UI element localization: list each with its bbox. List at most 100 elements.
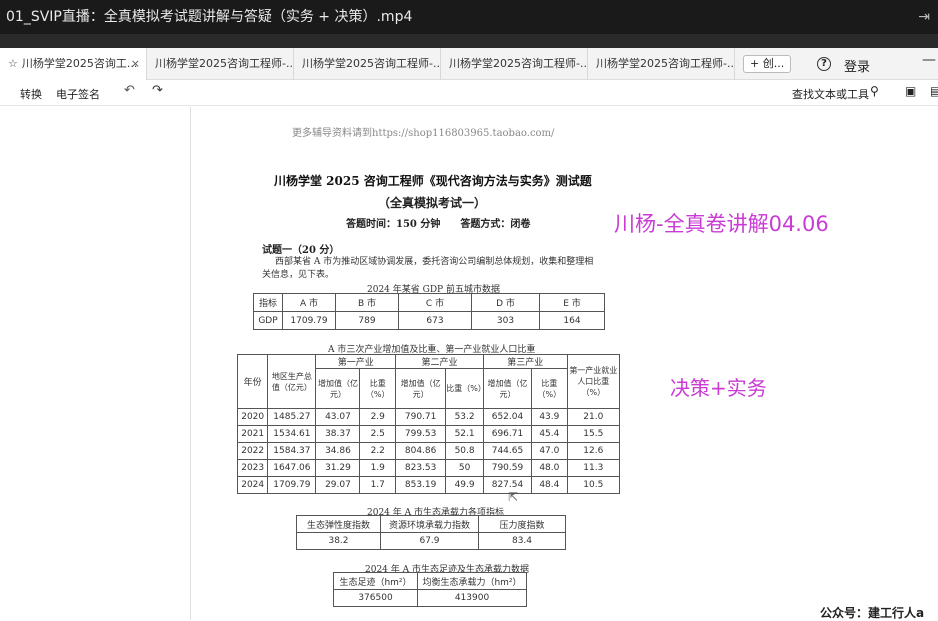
tab-3[interactable]: 川杨学堂2025咨询工程师-... [294, 47, 441, 80]
table-cell: 164 [539, 311, 605, 330]
table-cell: 50 [445, 459, 484, 477]
table-cell: 2020 [236, 408, 269, 426]
table-cell: 83.4 [478, 532, 566, 550]
pin-icon[interactable]: ⇥ [918, 0, 930, 34]
table-cell: E 市 [539, 293, 605, 312]
table-cell: 压力度指数 [478, 515, 566, 533]
video-title: 01_SVIP直播：全真模拟考试题讲解与答疑（实务 + 决策）.mp4 [6, 9, 413, 25]
table-cell: 67.9 [380, 532, 479, 550]
table-header: 第二产业 [395, 354, 484, 369]
eco-footprint-table: 生态足迹（hm²） 均衡生态承载力（hm²） 376500 413900 [333, 572, 527, 607]
table-cell: 10.5 [566, 476, 621, 494]
redo-icon[interactable]: ↷ [152, 83, 163, 98]
table-header: 第一产业 [315, 354, 397, 369]
table-cell: 804.86 [395, 442, 447, 460]
table-cell: 2021 [236, 425, 269, 443]
table-cell: 696.71 [482, 425, 533, 443]
table-header: 地区生产总值（亿元） [267, 354, 317, 409]
tab-label: 川杨学堂2025咨询工程师-... [302, 56, 441, 70]
table-header: 年份 [236, 354, 269, 409]
table-cell: 2022 [236, 442, 269, 460]
tab-label: 川杨学堂2025咨询工... [21, 56, 138, 70]
tab-1[interactable]: ☆ 川杨学堂2025咨询工... × [0, 47, 147, 80]
table-cell: 43.07 [315, 408, 361, 426]
tab-4[interactable]: 川杨学堂2025咨询工程师-... [441, 47, 588, 80]
table-cell: 38.2 [296, 532, 381, 550]
e-sign-button[interactable]: 电子签名 [56, 86, 100, 102]
table-cell: 790.59 [482, 459, 533, 477]
table-cell: GDP [253, 311, 283, 330]
intro-text: 关信息，见下表。 [262, 270, 335, 280]
table-header: 比重（%） [531, 368, 568, 409]
intro-text: 西部某省 A 市为推动区域协调发展，委托咨询公司编制总体规划，收集和整理相 [275, 257, 594, 267]
table-cell: 799.53 [395, 425, 447, 443]
tab-strip-spacer [0, 34, 938, 48]
industry-rows: 2020 1485.27 43.07 2.9 790.71 53.2 652.04 43.9 2… [236, 408, 621, 494]
table-row: 2022 1584.37 34.86 2.2 804.86 50.8 744.65 47.0 1… [236, 442, 621, 460]
table-header: 第三产业 [482, 354, 568, 369]
table-cell: 1534.61 [267, 425, 317, 443]
print-icon[interactable]: ▤ [930, 84, 938, 98]
table-row: 2023 1647.06 31.29 1.9 823.53 50 790.59 48.0 11.… [236, 459, 621, 477]
table-cell: 31.29 [315, 459, 361, 477]
table-cell: 789 [335, 311, 399, 330]
undo-icon[interactable]: ↶ [124, 83, 135, 98]
page-edge [190, 107, 191, 620]
table-cell: 2.2 [359, 442, 397, 460]
table-header: 比重（%） [359, 368, 397, 409]
search-icon[interactable]: ⚲ [870, 84, 879, 98]
table-row: 2021 1534.61 38.37 2.5 799.53 52.1 696.71 45.4 1… [236, 425, 621, 443]
table-header: 增加值（亿元） [395, 368, 447, 409]
table-cell: 43.9 [531, 408, 568, 426]
table-cell: 1647.06 [267, 459, 317, 477]
close-icon[interactable]: × [131, 48, 140, 80]
table-cell: B 市 [335, 293, 399, 312]
tab-label: 川杨学堂2025咨询工程师-... [155, 56, 294, 70]
industry-table: 年份 地区生产总值（亿元） 第一产业 第二产业 第三产业 第一产业就业人口比重（… [236, 354, 621, 494]
find-text-button[interactable]: 查找文本或工具 [792, 86, 869, 102]
table-cell: D 市 [471, 293, 540, 312]
star-icon[interactable]: ☆ [8, 57, 18, 70]
convert-button[interactable]: 转换 [20, 86, 42, 102]
table-cell: 1709.79 [282, 311, 336, 330]
exam-info: 答题时间：150 分钟 答题方式：闭卷 [346, 219, 531, 230]
table-cell: 1.7 [359, 476, 397, 494]
tab-label: 川杨学堂2025咨询工程师-... [596, 56, 735, 70]
tab-label: 川杨学堂2025咨询工程师-... [449, 56, 588, 70]
mouse-cursor-icon: ⇱ [508, 490, 519, 504]
minimize-icon[interactable]: — [922, 52, 936, 68]
table-header: 增加值（亿元） [482, 368, 533, 409]
table-row: 2024 1709.79 29.07 1.7 853.19 49.9 827.54 48.4 1… [236, 476, 621, 494]
help-icon[interactable]: ? [817, 57, 831, 71]
tab-5[interactable]: 川杨学堂2025咨询工程师-... [588, 47, 735, 80]
table-cell: 1.9 [359, 459, 397, 477]
table-cell: 1584.37 [267, 442, 317, 460]
table-cell: 45.4 [531, 425, 568, 443]
topic-overlay-label: 决策+实务 [670, 376, 767, 400]
table-cell: 49.9 [445, 476, 484, 494]
video-title-bar: 01_SVIP直播：全真模拟考试题讲解与答疑（实务 + 决策）.mp4 ⇥ [0, 0, 938, 34]
table-header: 比重（%） [445, 368, 486, 409]
document-title: 川杨学堂 2025 咨询工程师《现代咨询方法与实务》测试题 [274, 174, 592, 188]
table-cell: 21.0 [566, 408, 621, 426]
table-header: 第一产业就业人口比重（%） [566, 354, 621, 409]
table-cell: 652.04 [482, 408, 533, 426]
table-cell: 673 [398, 311, 472, 330]
table-cell: 48.0 [531, 459, 568, 477]
table-cell: 资源环境承载力指数 [380, 515, 479, 533]
gdp-table: 指标 A 市 B 市 C 市 D 市 E 市 GDP 1709.79 789 6… [253, 293, 605, 330]
new-tab-button[interactable]: + 创... [743, 54, 792, 73]
table-cell: 指标 [253, 293, 283, 312]
tab-2[interactable]: 川杨学堂2025咨询工程师-... [147, 47, 294, 80]
save-icon[interactable]: ▣ [905, 84, 916, 98]
table-cell: 29.07 [315, 476, 361, 494]
table-cell: 413900 [417, 589, 527, 607]
browser-tabs: ☆ 川杨学堂2025咨询工... × 川杨学堂2025咨询工程师-... 川杨学堂… [0, 47, 938, 80]
table-cell: 11.3 [566, 459, 621, 477]
table-cell: C 市 [398, 293, 472, 312]
login-button[interactable]: 登录 [844, 56, 870, 75]
watermark-text: 公众号：建工行人a [820, 606, 925, 620]
table-cell: 303 [471, 311, 540, 330]
table-cell: 2.5 [359, 425, 397, 443]
table-cell: 47.0 [531, 442, 568, 460]
